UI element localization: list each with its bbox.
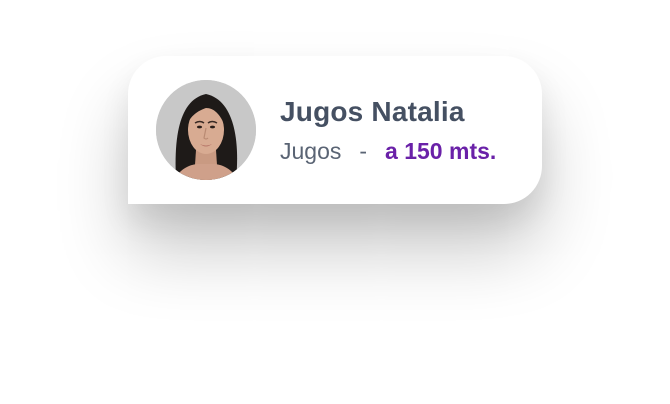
vendor-distance: a 150 mts. — [385, 138, 497, 164]
vendor-meta: Jugos - a 150 mts. — [280, 138, 496, 165]
user-photo-avatar-icon — [156, 80, 256, 180]
vendor-card[interactable]: Jugos Natalia Jugos - a 150 mts. — [128, 56, 542, 204]
vendor-name: Jugos Natalia — [280, 96, 465, 127]
avatar — [156, 80, 256, 180]
meta-separator: - — [359, 138, 368, 164]
vendor-category: Jugos — [280, 138, 342, 164]
canvas: Jugos Natalia Jugos - a 150 mts. — [0, 0, 670, 404]
